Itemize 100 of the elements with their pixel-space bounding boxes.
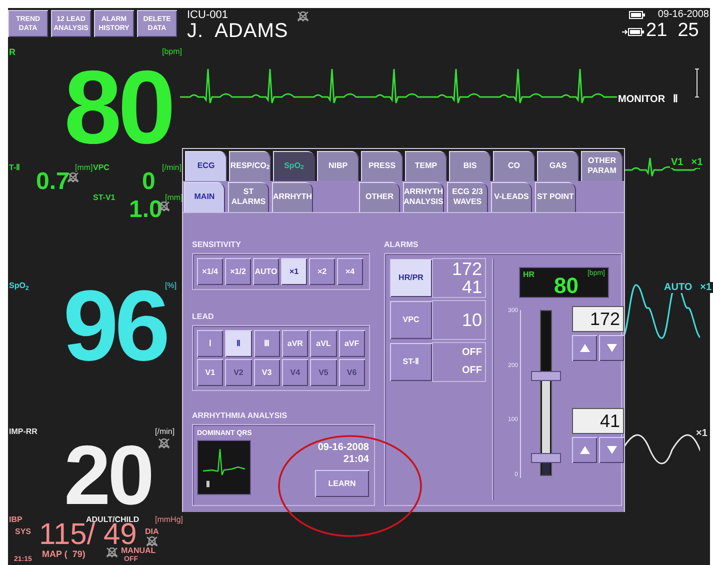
heart-rate-value: 80 (64, 56, 172, 160)
sub-tab[interactable]: V-LEADS (491, 182, 532, 212)
vpc-value: 0 (142, 170, 156, 194)
decrease-button[interactable] (599, 335, 624, 361)
battery-charging-icon (622, 28, 644, 36)
parameter-label: IBP (9, 514, 22, 526)
parameter-tab[interactable]: RESP/CO$_{2}$ (229, 151, 271, 181)
parameter-label: T-Ⅱ (9, 162, 20, 174)
sensitivity-option[interactable]: AUTO (253, 258, 279, 285)
patient-name: J. ADAMS (187, 20, 288, 42)
parameter-tab[interactable]: OTHER PARAM (581, 151, 623, 181)
parameter-tab[interactable]: NIBP (317, 151, 359, 181)
wave-label: Ⅱ (672, 94, 680, 105)
lead-option[interactable]: aVF (338, 330, 365, 357)
dia-label: DIA (145, 526, 159, 538)
unit-label: [%] (165, 280, 177, 290)
wave-label: V1 (670, 157, 684, 168)
lead-option[interactable]: V3 (254, 359, 280, 386)
sub-tab[interactable]: ECG 2/3 WAVES (447, 182, 488, 212)
alarm-row-button[interactable]: VPC (390, 301, 432, 339)
sys-label: SYS (15, 526, 32, 538)
sub-tab[interactable]: OTHER (359, 182, 400, 212)
wave-label: MONITOR (617, 94, 666, 105)
parameter-label: IMP-RR (9, 426, 38, 438)
triangle-down-icon (606, 344, 616, 352)
parameter-tab[interactable]: BIS (449, 151, 491, 181)
alarm-row-button[interactable]: ST-Ⅱ (390, 343, 432, 381)
slider-thumb[interactable] (531, 452, 561, 463)
date-label: 09-16-2008 (658, 9, 709, 21)
sensitivity-option[interactable]: ×4 (337, 258, 363, 285)
sub-tab[interactable]: ARRHYTH ANALYSIS (403, 182, 444, 212)
alarm-limit-value: OFF (462, 346, 482, 360)
st-value: 0.7 (36, 170, 70, 194)
learn-date: 09-16-2008 (318, 442, 369, 454)
increase-button[interactable] (572, 335, 597, 361)
section-label: ARRHYTHMIA ANALYSIS (192, 411, 288, 421)
section-label: SENSITIVITY (192, 240, 242, 250)
alarm-limit-value: 10 (462, 311, 482, 329)
parameter-tab[interactable]: CO (493, 151, 535, 181)
learn-time: 21:04 (343, 454, 369, 466)
unit-label: [/min] (155, 426, 175, 438)
unit-label: [mm] (165, 192, 183, 204)
sensitivity-option[interactable]: ×1/2 (225, 258, 251, 285)
increase-button[interactable] (572, 437, 597, 463)
lead-option[interactable]: Ⅲ (254, 330, 280, 357)
sub-tab[interactable]: ARRHYTH (272, 182, 313, 212)
wave-label: ×1 (695, 428, 708, 439)
decrease-button[interactable] (599, 437, 624, 463)
battery-icon (629, 11, 645, 19)
parameter-label: ST-V1 (93, 192, 116, 204)
lead-label: Ⅱ (206, 479, 210, 491)
triangle-up-icon (580, 446, 590, 454)
alarm-limit-field[interactable]: 172 (572, 306, 624, 332)
parameter-tab[interactable]: TEMP (405, 151, 447, 181)
parameter-tab[interactable]: SpO$_{2}$ (273, 151, 315, 181)
unit-label: [mmHg] (155, 514, 183, 526)
sensitivity-option[interactable]: ×2 (309, 258, 335, 285)
manual-label: MANUAL (121, 546, 156, 555)
section-label: ALARMS (384, 240, 420, 250)
unit-label: [mm] (75, 162, 93, 174)
qrs-complex-drawing (202, 447, 246, 477)
unit-label: [bpm] (162, 46, 182, 58)
parameter-label: R (9, 46, 16, 59)
alarm-limit-field[interactable]: 41 (572, 408, 624, 434)
st-value: 1.0 (129, 198, 162, 222)
slider-thumb[interactable] (531, 371, 561, 382)
learn-button[interactable]: LEARN (315, 470, 369, 497)
unit-label: [/min] (162, 162, 182, 174)
sub-tab[interactable]: MAIN (184, 182, 225, 212)
clock-time: 21 25 (646, 21, 699, 41)
parameter-label: HR (523, 269, 535, 281)
alarm-limit-value: 41 (462, 278, 482, 296)
sub-tab[interactable]: ST ALARMS (228, 182, 269, 212)
wave-label: ×1 (690, 157, 704, 168)
heart-rate-value: 80 (554, 275, 578, 297)
parameter-tab[interactable]: PRESS (361, 151, 403, 181)
bed-label: ICU-001 (187, 9, 228, 21)
alarm-limit-value: OFF (462, 364, 482, 378)
alarm-limit-value: 172 (452, 260, 482, 278)
triangle-down-icon (606, 446, 616, 454)
parameter-label: VPC (93, 162, 110, 174)
parameter-tab[interactable]: GAS (537, 151, 579, 181)
lead-option[interactable]: aVL (310, 330, 337, 357)
alarm-row-button[interactable]: HR/PR (390, 259, 432, 297)
lead-option[interactable]: Ⅱ (225, 330, 252, 357)
spo2-value: 96 (63, 276, 166, 376)
wave-label: AUTO (663, 282, 694, 293)
wave-label: ×1 (699, 282, 713, 293)
scale-bar-icon (694, 68, 700, 98)
mode-label: ADULT/CHILD (86, 514, 140, 524)
parameter-tab[interactable]: ECG (185, 151, 227, 181)
sensitivity-option[interactable]: ×1 (281, 258, 307, 285)
section-label: LEAD (192, 312, 215, 322)
sensitivity-option[interactable]: ×1/4 (197, 258, 223, 285)
triangle-up-icon (580, 344, 590, 352)
lead-option[interactable]: Ⅰ (197, 330, 224, 357)
lead-option[interactable]: aVR (282, 330, 308, 357)
lead-option[interactable]: V1 (197, 359, 224, 386)
sub-tab[interactable]: ST POINT (535, 182, 576, 212)
map-value: MAP ( 79) (42, 548, 86, 561)
